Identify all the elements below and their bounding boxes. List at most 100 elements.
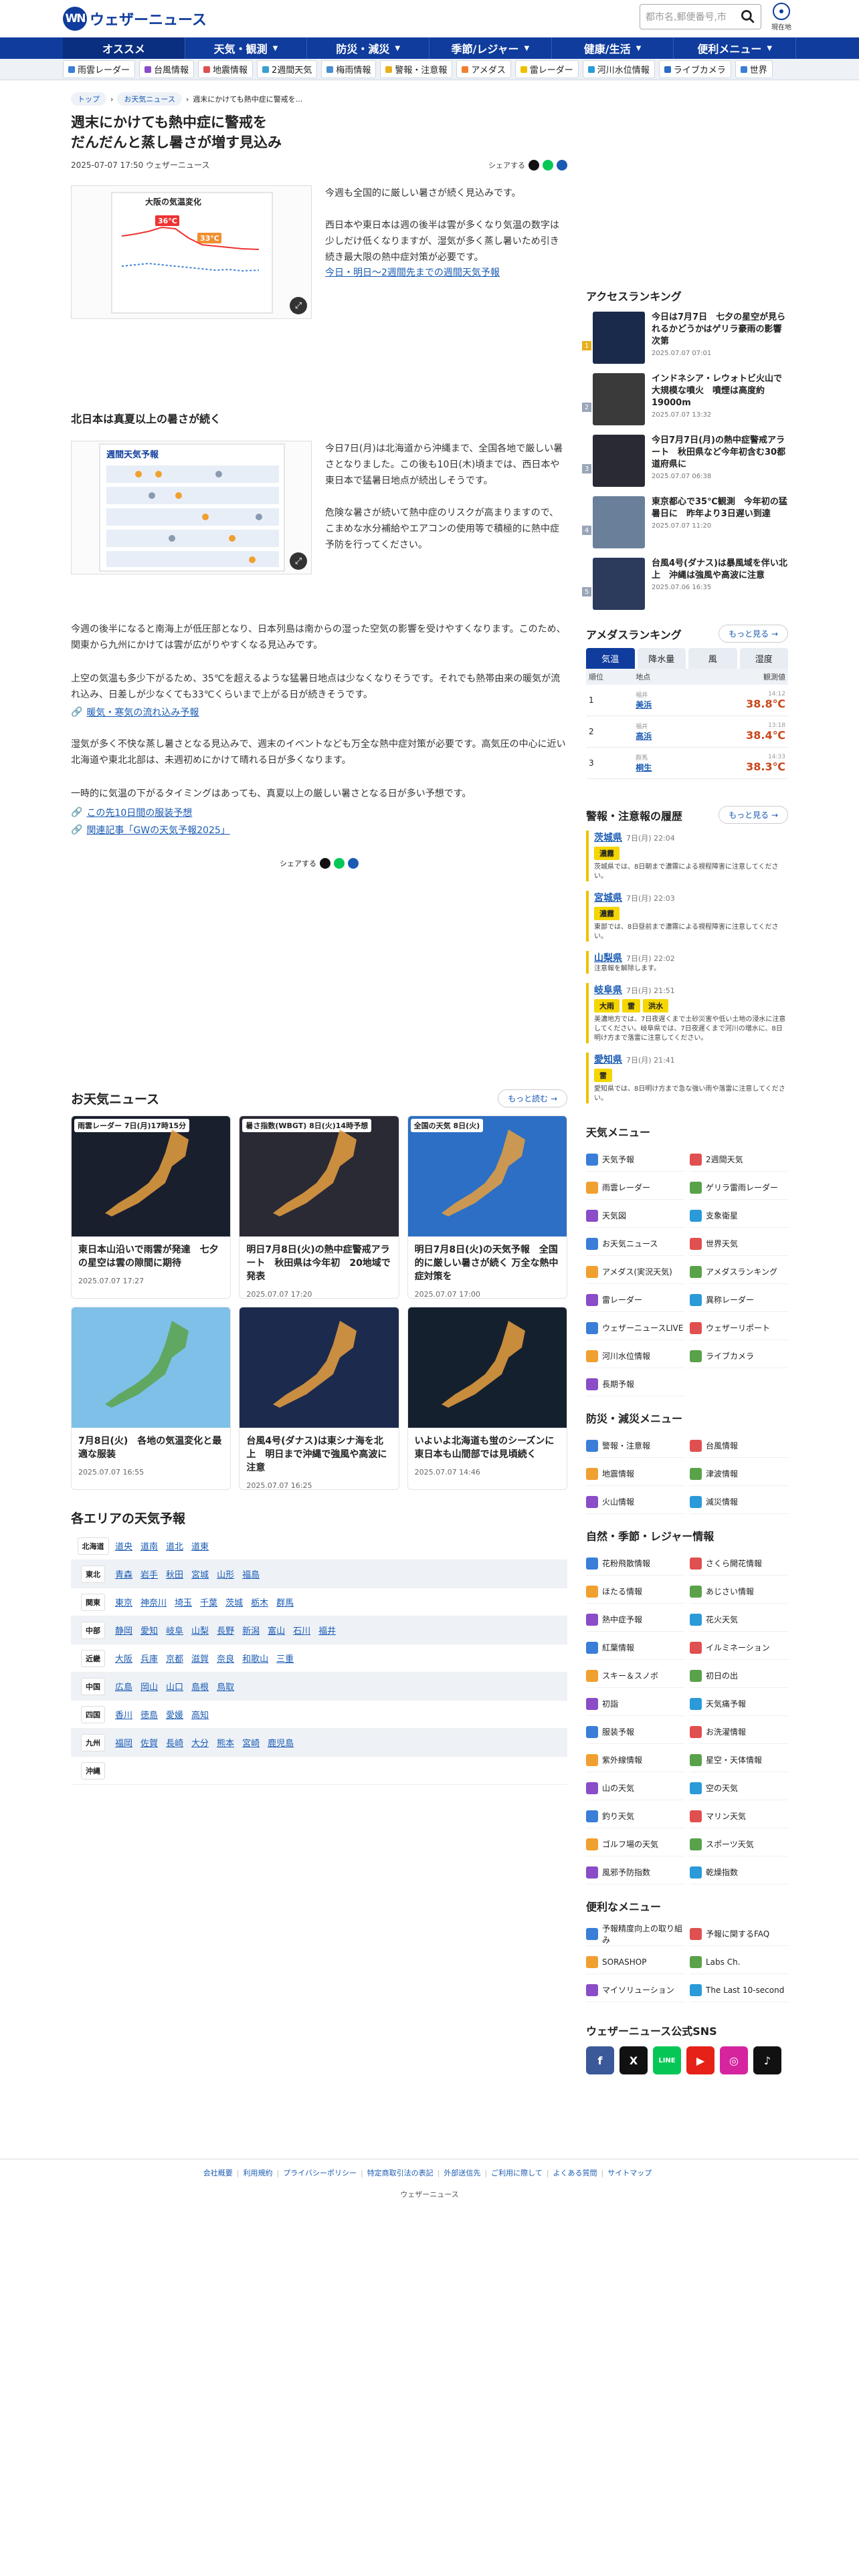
amedas-row[interactable]: 3 群馬 桐生 14:33 38.3℃ [586,747,788,779]
copy-link-icon[interactable] [348,858,359,869]
pref-link[interactable]: 群馬 [276,1596,294,1608]
x-share-icon[interactable] [320,858,330,869]
pref-link[interactable]: 長崎 [166,1736,183,1749]
menu-item[interactable]: Labs Ch. [690,1950,788,1974]
pref-link[interactable]: 愛媛 [166,1708,183,1721]
warning-pref[interactable]: 山梨県 [594,953,622,964]
x-icon[interactable]: X [619,2046,648,2074]
menu-item[interactable]: ライブカメラ [690,1344,788,1368]
search-input[interactable]: 都市名,郵便番号,市 [640,4,761,29]
osaka-temp-figure[interactable]: 大阪の気温変化 36°C 33°C ⤢ [71,185,312,319]
subnav-item[interactable]: 梅雨情報 [321,60,377,78]
menu-item[interactable]: 天気痛予報 [690,1692,788,1716]
pref-link[interactable]: 東京 [115,1596,132,1608]
menu-item[interactable]: The Last 10-second [690,1978,788,2002]
nav-item-menu[interactable]: 便利メニュー ▼ [674,37,797,59]
menu-item[interactable]: 支象衛星 [690,1204,788,1228]
pref-link[interactable]: 道東 [191,1539,209,1552]
pref-link[interactable]: 埼玉 [175,1596,192,1608]
warning-item[interactable]: 茨城県 7日(月) 22:04 濃霧 茨城県では、8日朝まで濃霧による視程障害に注意し… [586,831,788,881]
amedas-row[interactable]: 1 福井 美浜 14:12 38.8℃ [586,685,788,716]
pref-link[interactable]: 高知 [191,1708,209,1721]
subnav-item[interactable]: 台風情報 [139,60,195,78]
menu-item[interactable]: スポーツ天気 [690,1832,788,1856]
pref-link[interactable]: 山形 [217,1568,234,1580]
menu-item[interactable]: 初日の出 [690,1664,788,1688]
menu-item[interactable]: お洗濯情報 [690,1720,788,1744]
pref-link[interactable]: 島根 [191,1680,209,1693]
footer-link[interactable]: 会社概要 [203,2167,240,2178]
amedas-more-button[interactable]: もっと見る → [719,625,788,643]
subnav-item[interactable]: 雷レーダー [514,60,579,78]
menu-item[interactable]: 2週間天気 [690,1148,788,1172]
pref-link[interactable]: 富山 [268,1624,285,1636]
pref-link[interactable]: 岩手 [140,1568,158,1580]
subnav-item[interactable]: アメダス [456,60,511,78]
zoom-icon[interactable]: ⤢ [290,552,307,570]
pref-link[interactable]: 神奈川 [140,1596,167,1608]
nav-item-health[interactable]: 健康/生活 ▼ [552,37,674,59]
pref-link[interactable]: 山口 [166,1680,183,1693]
zoom-icon[interactable]: ⤢ [290,297,307,314]
pref-link[interactable]: 秋田 [166,1568,183,1580]
news-card[interactable]: 台風4号(ダナス)は東シナ海を北上 明日まで沖縄で強風や高波に注意 2025.07… [239,1307,399,1490]
warm-air-link[interactable]: 🔗 暖気・寒気の流れ込み予報 [71,706,567,719]
news-card[interactable]: 全国の天気 8日(火) 明日7月8日(火)の天気予報 全国的に厳しい暑さが続く 万… [407,1115,567,1299]
menu-item[interactable]: 空の天気 [690,1776,788,1800]
menu-item[interactable]: 熱中症予報 [586,1608,684,1632]
subnav-item[interactable]: 地震情報 [198,60,254,78]
current-location-button[interactable]: 現在地 [768,3,795,33]
pref-link[interactable]: 岐阜 [166,1624,183,1636]
menu-item[interactable]: 世界天気 [690,1232,788,1256]
pref-link[interactable]: 栃木 [251,1596,268,1608]
x-share-icon[interactable] [529,159,539,171]
pref-link[interactable]: 静岡 [115,1624,132,1636]
pref-link[interactable]: 奈良 [217,1652,234,1665]
pref-link[interactable]: 石川 [293,1624,310,1636]
menu-item[interactable]: ウェザーニュースLIVE [586,1316,684,1340]
pref-link[interactable]: 宮城 [191,1568,209,1580]
news-card[interactable]: 雨雲レーダー 7日(月)17時15分 東日本山沿いで雨雲が発達 七夕の星空は雲の隙… [71,1115,231,1299]
footer-link[interactable]: 利用規約 [243,2167,279,2178]
menu-item[interactable]: 花火天気 [690,1608,788,1632]
copy-link-icon[interactable] [557,159,567,171]
menu-item[interactable]: イルミネーション [690,1636,788,1660]
pref-link[interactable]: 香川 [115,1708,132,1721]
amedas-tab[interactable]: 湿度 [739,648,788,669]
weekly-forecast-figure[interactable]: 週間天気予報 ⤢ [71,441,312,574]
pref-link[interactable]: 徳島 [140,1708,158,1721]
weekly-forecast-link[interactable]: 今日・明日〜2週間先までの週間天気予報 [325,265,567,279]
menu-item[interactable]: ゲリラ雷雨レーダー [690,1176,788,1200]
menu-item[interactable]: 服装予報 [586,1720,684,1744]
footer-link[interactable]: プライバシーポリシー [283,2167,363,2178]
menu-item[interactable]: お天気ニュース [586,1232,684,1256]
line-icon[interactable]: LINE [653,2046,681,2074]
menu-item[interactable]: 雷レーダー [586,1288,684,1312]
subnav-item[interactable]: 雨雲レーダー [63,60,136,78]
pref-link[interactable]: 愛知 [140,1624,158,1636]
warning-pref[interactable]: 宮城県 [594,893,622,903]
footer-link[interactable]: 特定商取引法の表記 [367,2167,440,2178]
news-card[interactable]: 7月8日(火) 各地の気温変化と最適な服装 2025.07.07 16:55 [71,1307,231,1490]
menu-item[interactable]: ほたる情報 [586,1580,684,1604]
menu-item[interactable]: 釣り天気 [586,1804,684,1828]
menu-item[interactable]: 雨雲レーダー [586,1176,684,1200]
menu-item[interactable]: スキー＆スノボ [586,1664,684,1688]
menu-item[interactable]: SORASHOP [586,1950,684,1974]
pref-link[interactable]: 和歌山 [242,1652,268,1665]
search-icon[interactable] [739,8,757,25]
access-rank-item[interactable]: 2 インドネシア・レウォトビ火山で大規模な噴火 噴煙は高度約19000m 2025.… [582,373,788,425]
menu-item[interactable]: あじさい情報 [690,1580,788,1604]
footer-link[interactable]: よくある質問 [553,2167,604,2178]
line-share-icon[interactable] [543,159,553,171]
warning-pref[interactable]: 愛知県 [594,1055,622,1065]
subnav-item[interactable]: 2週間天気 [257,60,318,78]
menu-item[interactable]: 異称レーダー [690,1288,788,1312]
warning-pref[interactable]: 岐阜県 [594,985,622,996]
pref-link[interactable]: 茨城 [225,1596,243,1608]
pref-link[interactable]: 青森 [115,1568,132,1580]
facebook-icon[interactable]: f [586,2046,614,2074]
pref-link[interactable]: 新潟 [242,1624,260,1636]
menu-item[interactable]: さくら開花情報 [690,1551,788,1576]
menu-item[interactable]: マイソリューション [586,1978,684,2002]
